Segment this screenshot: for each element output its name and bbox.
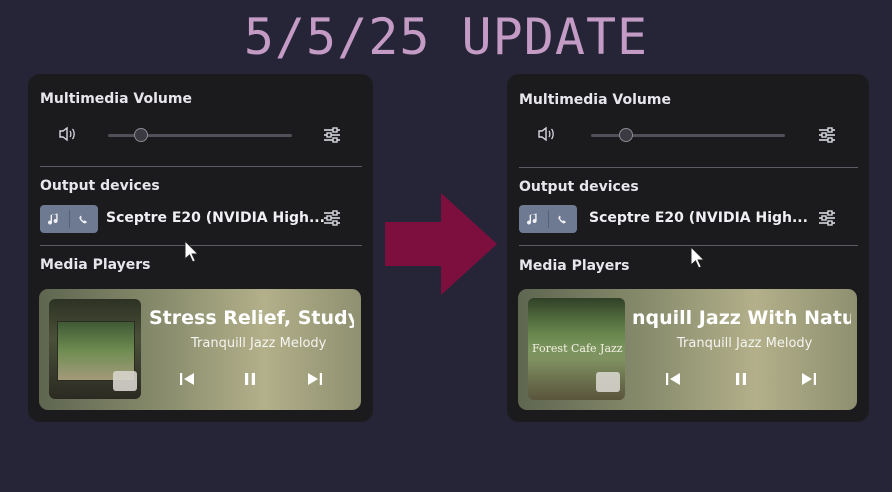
volume-section-title: Multimedia Volume — [40, 91, 192, 107]
section-divider — [40, 166, 362, 167]
cover-placeholder-icon — [113, 371, 137, 391]
equalizer-icon[interactable] — [817, 125, 837, 145]
right-arrow-icon — [385, 193, 497, 295]
equalizer-icon[interactable] — [322, 125, 342, 145]
phone-icon — [558, 215, 567, 224]
volume-slider[interactable] — [108, 128, 292, 142]
pause-icon[interactable] — [731, 369, 751, 389]
volume-slider-knob[interactable] — [618, 128, 633, 142]
output-section-title: Output devices — [519, 179, 639, 195]
skip-previous-icon[interactable] — [663, 369, 683, 389]
device-type-toggle[interactable] — [519, 205, 577, 233]
album-cover: Forest Cafe Jazz — [528, 298, 625, 400]
cover-placeholder-icon — [596, 372, 620, 392]
album-cover — [49, 299, 141, 399]
mouse-cursor-icon — [690, 246, 706, 269]
output-device-name[interactable]: Sceptre E20 (NVIDIA High... — [589, 210, 808, 226]
volume-section-title: Multimedia Volume — [519, 92, 671, 108]
pause-icon[interactable] — [240, 369, 260, 389]
track-artist: Tranquill Jazz Melody — [677, 336, 813, 351]
equalizer-icon[interactable] — [817, 208, 837, 228]
music-note-icon — [527, 213, 537, 225]
media-player-card[interactable]: Forest Cafe Jazz nquill Jazz With Nature… — [518, 289, 857, 410]
music-note-button[interactable] — [40, 205, 69, 233]
audio-panel-before: Multimedia Volume Output devices Sceptre… — [28, 74, 373, 422]
skip-next-icon[interactable] — [799, 369, 819, 389]
phone-icon — [79, 215, 88, 224]
output-device-name[interactable]: Sceptre E20 (NVIDIA High... — [106, 210, 325, 226]
volume-slider[interactable] — [591, 128, 785, 142]
album-cover-text: Forest Cafe Jazz — [532, 342, 623, 355]
track-title: Stress Relief, Study & Wo — [149, 307, 354, 329]
volume-icon[interactable] — [58, 126, 76, 142]
output-section-title: Output devices — [40, 178, 160, 194]
section-divider — [519, 167, 858, 168]
mouse-cursor-icon — [184, 240, 200, 263]
media-player-card[interactable]: Stress Relief, Study & Wo Tranquill Jazz… — [39, 289, 361, 410]
skip-previous-icon[interactable] — [177, 369, 197, 389]
audio-panel-after: Multimedia Volume Output devices Sceptre… — [507, 74, 869, 422]
phone-button[interactable] — [549, 205, 578, 233]
music-note-icon — [48, 213, 58, 225]
media-section-title: Media Players — [40, 257, 151, 273]
track-artist: Tranquill Jazz Melody — [191, 336, 327, 351]
device-type-toggle[interactable] — [40, 205, 98, 233]
media-section-title: Media Players — [519, 258, 630, 274]
page-title: 5/5/25 UPDATE — [243, 8, 649, 66]
phone-button[interactable] — [70, 205, 99, 233]
volume-icon[interactable] — [537, 126, 555, 142]
volume-slider-knob[interactable] — [134, 128, 149, 142]
skip-next-icon[interactable] — [305, 369, 325, 389]
track-title: nquill Jazz With Nature T — [632, 307, 851, 329]
section-divider — [40, 245, 362, 246]
equalizer-icon[interactable] — [322, 208, 342, 228]
music-note-button[interactable] — [519, 205, 548, 233]
